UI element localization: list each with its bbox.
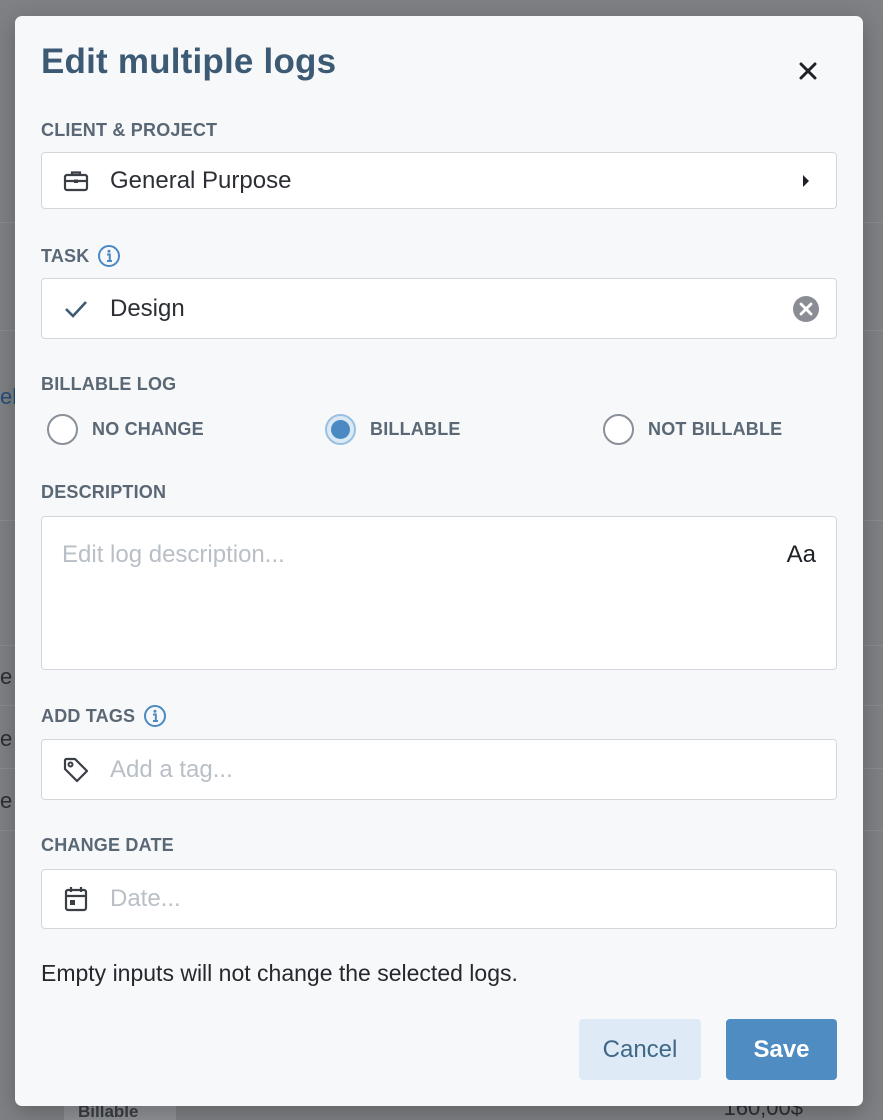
clear-icon [793,295,819,322]
radio-label: NO CHANGE [92,419,204,439]
tags-label-text: ADD TAGS [41,705,136,726]
date-input[interactable] [110,885,836,913]
description-label: DESCRIPTION [41,482,166,503]
task-value: Design [110,294,185,322]
task-label: TASK [41,244,121,268]
info-icon[interactable] [143,704,167,728]
calendar-icon [42,886,110,912]
tags-label: ADD TAGS [41,704,167,728]
empty-inputs-note: Empty inputs will not change the selecte… [41,960,518,986]
billable-label-text: BILLABLE LOG [41,374,177,394]
radio-label: NOT BILLABLE [648,419,783,439]
client-project-value: General Purpose [110,166,292,194]
edit-logs-modal: Edit multiple logs CLIENT & PROJECT Gene… [15,16,863,1106]
radio-no-change[interactable]: NO CHANGE [47,414,204,445]
date-field[interactable] [41,869,837,929]
date-label-text: CHANGE DATE [41,835,174,855]
billable-label: BILLABLE LOG [41,374,176,395]
save-button[interactable]: Save [726,1019,837,1080]
tag-icon [42,757,110,783]
radio-dot[interactable] [603,414,634,445]
bg-text-fragment: e [0,788,13,813]
info-icon[interactable] [97,244,121,268]
tags-input[interactable] [110,755,836,784]
description-placeholder: Edit log description... [62,541,285,568]
description-label-text: DESCRIPTION [41,482,167,502]
client-project-label: CLIENT & PROJECT [41,120,217,141]
bg-text-fragment: e [0,664,13,689]
close-icon [799,62,817,80]
close-button[interactable] [793,56,823,86]
radio-dot[interactable] [47,414,78,445]
cancel-button[interactable]: Cancel [579,1019,701,1080]
task-select[interactable]: Design [41,278,837,339]
description-input[interactable]: Edit log description... Aa [41,516,837,670]
radio-dot[interactable] [325,414,356,445]
tags-field[interactable] [41,739,837,800]
radio-billable[interactable]: BILLABLE [325,414,461,445]
check-icon [42,299,110,319]
clear-task-button[interactable] [776,295,836,323]
text-format-toggle[interactable]: Aa [787,541,816,569]
client-project-label-text: CLIENT & PROJECT [41,120,218,140]
radio-label: BILLABLE [370,419,461,439]
billable-radio-group: NO CHANGE BILLABLE NOT BILLABLE [47,414,837,448]
briefcase-icon [42,170,110,192]
date-label: CHANGE DATE [41,835,174,856]
task-label-text: TASK [41,245,90,266]
caret-right-icon [776,174,836,188]
modal-title: Edit multiple logs [41,42,337,81]
client-project-select[interactable]: General Purpose [41,152,837,209]
bg-text-fragment: e [0,726,13,751]
radio-not-billable[interactable]: NOT BILLABLE [603,414,782,445]
